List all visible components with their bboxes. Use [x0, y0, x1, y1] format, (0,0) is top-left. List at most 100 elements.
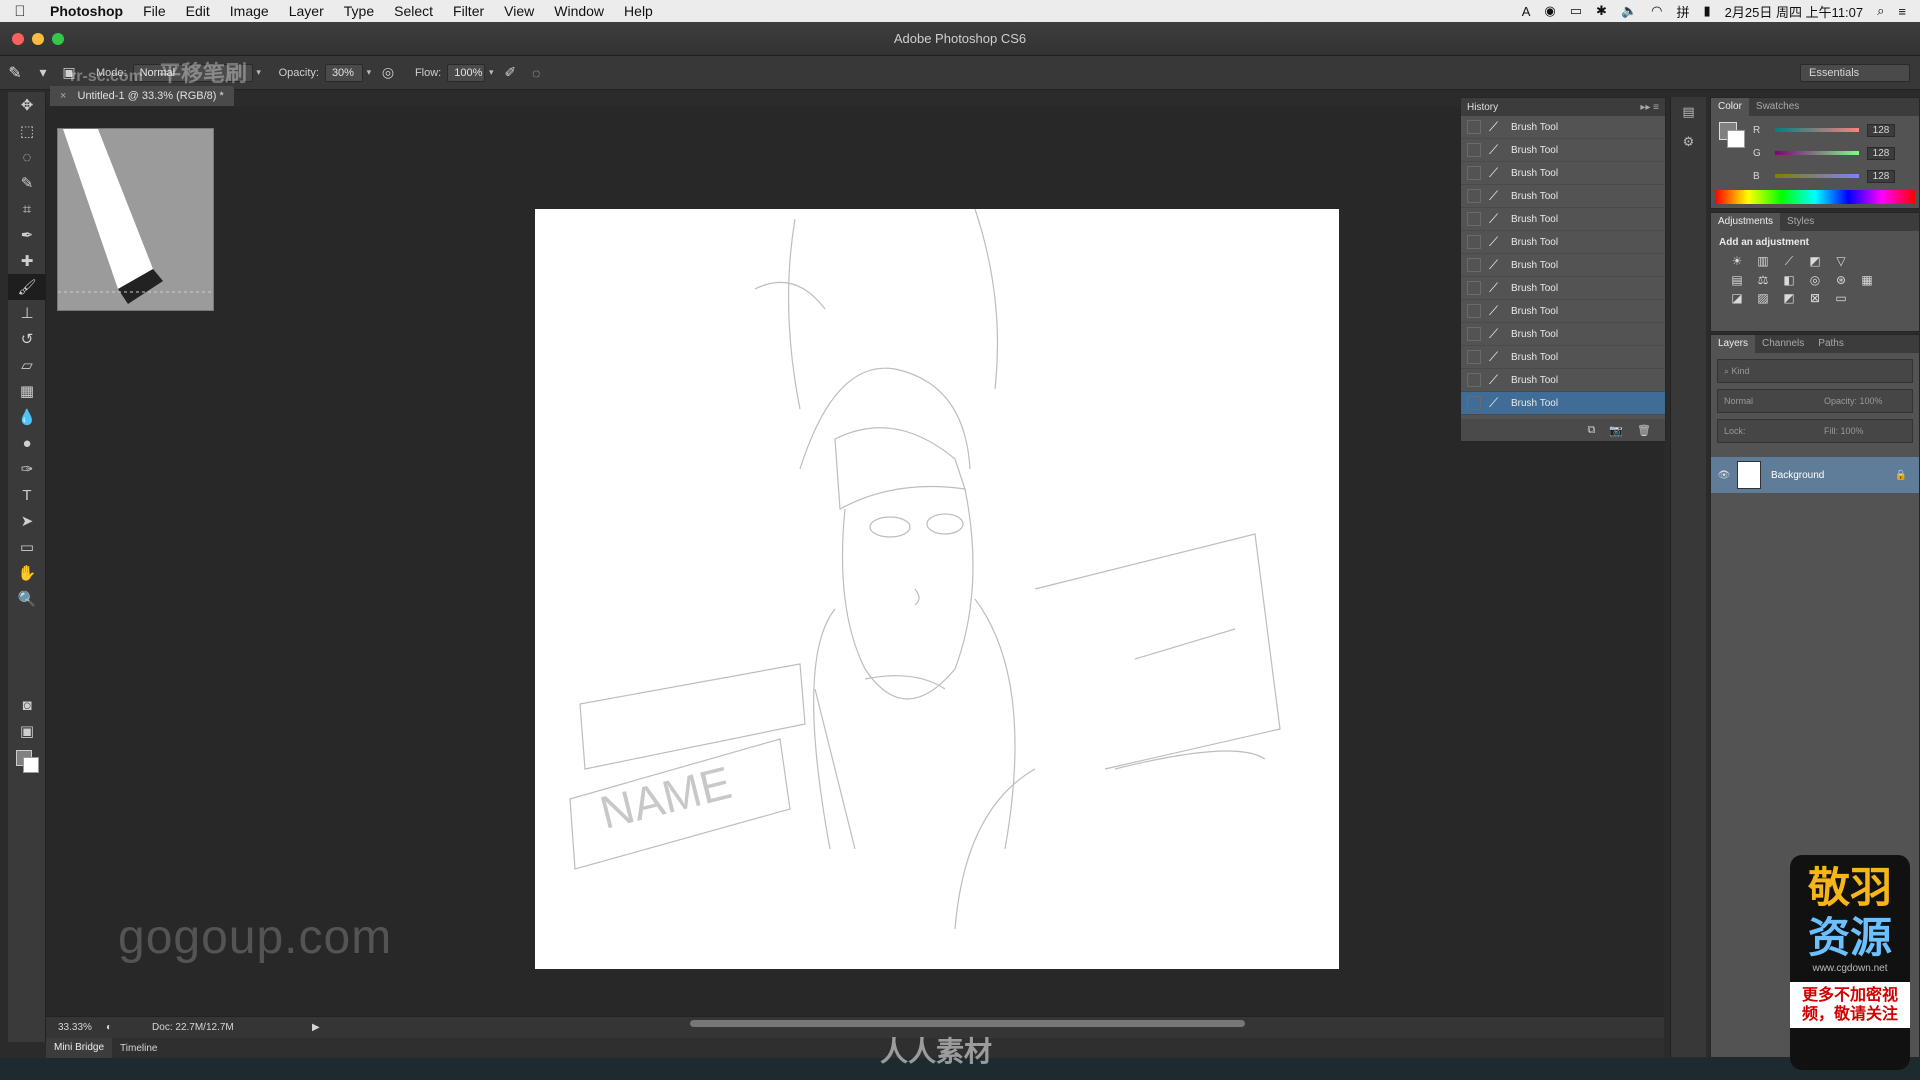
vibrance-icon[interactable]: ▽ [1829, 254, 1853, 269]
history-item[interactable]: ⟋ Brush Tool [1461, 185, 1665, 208]
gradient-tool-icon[interactable]: ▦ [8, 378, 46, 404]
curves-icon[interactable]: ⟋ [1777, 254, 1801, 269]
background-color-swatch[interactable] [23, 757, 39, 773]
eraser-tool-icon[interactable]: ▱ [8, 352, 46, 378]
marquee-tool-icon[interactable]: ⬚ [8, 118, 46, 144]
pressure-size-icon[interactable]: ◌ [523, 65, 549, 81]
history-snapshot-checkbox[interactable] [1467, 235, 1481, 249]
wifi-icon[interactable]: ◠ [1651, 3, 1662, 19]
history-snapshot-checkbox[interactable] [1467, 350, 1481, 364]
green-slider[interactable]: G 128 [1753, 143, 1913, 163]
tab-adjustments[interactable]: Adjustments [1711, 213, 1781, 231]
opacity-field[interactable]: 30% [324, 63, 363, 82]
selective-color-icon[interactable]: ⊠ [1803, 291, 1827, 305]
menu-window[interactable]: Window [544, 3, 614, 19]
status-menu-arrow-icon[interactable]: ▶ [312, 1022, 320, 1033]
red-track[interactable] [1775, 128, 1859, 132]
layer-name[interactable]: Background [1771, 470, 1824, 481]
history-item[interactable]: ⟋ Brush Tool [1461, 346, 1665, 369]
quick-mask-icon[interactable]: ◙ [8, 692, 46, 718]
menu-help[interactable]: Help [614, 3, 663, 19]
crop-tool-icon[interactable]: ⌗ [8, 196, 46, 222]
levels-icon[interactable]: ▥ [1751, 254, 1775, 269]
history-item[interactable]: ⟋ Brush Tool [1461, 231, 1665, 254]
type-tool-icon[interactable]: T [8, 482, 46, 508]
tab-paths[interactable]: Paths [1811, 335, 1851, 353]
blur-tool-icon[interactable]: 💧 [8, 404, 46, 430]
tab-layers[interactable]: Layers [1711, 335, 1756, 353]
tab-color[interactable]: Color [1711, 98, 1749, 116]
apple-icon[interactable]:  [0, 3, 40, 20]
battery-icon[interactable]: ▮ [1703, 3, 1710, 19]
bluetooth-icon[interactable]: ✱ [1596, 3, 1607, 19]
clone-stamp-tool-icon[interactable]: ⊥ [8, 300, 46, 326]
history-snapshot-checkbox[interactable] [1467, 143, 1481, 157]
history-snapshot-checkbox[interactable] [1467, 120, 1481, 134]
photo-filter-icon[interactable]: ◎ [1803, 273, 1827, 287]
history-item[interactable]: ⟋ Brush Tool [1461, 116, 1665, 139]
color-balance-icon[interactable]: ⚖ [1751, 273, 1775, 287]
history-item[interactable]: ⟋ Brush Tool [1461, 300, 1665, 323]
horizontal-scrollbar[interactable] [690, 1020, 1245, 1027]
workspace-switcher[interactable]: Essentials [1800, 63, 1910, 82]
close-icon[interactable]: × [60, 90, 66, 102]
menu-file[interactable]: File [133, 3, 176, 19]
menu-photoshop[interactable]: Photoshop [40, 3, 133, 19]
menu-select[interactable]: Select [384, 3, 443, 19]
channel-mixer-icon[interactable]: ⊛ [1829, 273, 1853, 287]
threshold-icon[interactable]: ◩ [1777, 291, 1801, 305]
history-title[interactable]: History [1467, 102, 1498, 113]
brush-preset-icon[interactable]: ✎ [0, 63, 30, 83]
history-snapshot-checkbox[interactable] [1467, 212, 1481, 226]
panel-menu-icon[interactable]: ▸▸ ≡ [1640, 102, 1665, 113]
blue-value[interactable]: 128 [1867, 169, 1895, 183]
path-select-tool-icon[interactable]: ➤ [8, 508, 46, 534]
blue-slider[interactable]: B 128 [1753, 166, 1913, 186]
menu-layer[interactable]: Layer [279, 3, 334, 19]
tab-mini-bridge[interactable]: Mini Bridge [46, 1038, 113, 1058]
screen-mode-icon[interactable]: ▣ [8, 718, 46, 744]
input-method-icon[interactable]: 拼 [1676, 2, 1689, 21]
history-item[interactable]: ⟋ Brush Tool [1461, 208, 1665, 231]
pen-tool-icon[interactable]: ✑ [8, 456, 46, 482]
history-snapshot-checkbox[interactable] [1467, 281, 1481, 295]
brush-picker-icon[interactable]: ▾ [30, 64, 56, 81]
camera-icon[interactable]: 📷 [1609, 424, 1623, 437]
gradient-map-icon[interactable]: ▭ [1829, 291, 1853, 305]
history-snapshot-checkbox[interactable] [1467, 304, 1481, 318]
quick-select-tool-icon[interactable]: ✎ [8, 170, 46, 196]
notification-icon[interactable]: ≡ [1898, 4, 1906, 19]
layer-kind-select[interactable]: Kind [1732, 366, 1750, 376]
airplay-icon[interactable]: ▭ [1570, 3, 1582, 19]
actions-panel-icon[interactable]: ⚙ [1671, 127, 1706, 157]
hand-tool-icon[interactable]: ✋ [8, 560, 46, 586]
trash-icon[interactable]: 🗑 [1637, 424, 1651, 437]
history-snapshot-checkbox[interactable] [1467, 396, 1481, 410]
record-icon[interactable]: ◉ [1544, 3, 1555, 19]
layer-opacity-field[interactable]: 100% [1860, 396, 1883, 406]
clock[interactable]: 2月25日 周四 上午11:07 [1725, 2, 1863, 21]
tab-timeline[interactable]: Timeline [112, 1043, 165, 1054]
history-item[interactable]: ⟋ Brush Tool [1461, 392, 1665, 415]
chevron-down-icon[interactable]: ▾ [363, 67, 375, 78]
history-item[interactable]: ⟋ Brush Tool [1461, 139, 1665, 162]
history-item[interactable]: ⟋ Brush Tool [1461, 277, 1665, 300]
rectangle-tool-icon[interactable]: ▭ [8, 534, 46, 560]
spotlight-icon[interactable]: ⌕ [1877, 3, 1884, 19]
history-item[interactable]: ⟋ Brush Tool [1461, 254, 1665, 277]
tab-channels[interactable]: Channels [1755, 335, 1811, 353]
history-snapshot-checkbox[interactable] [1467, 327, 1481, 341]
green-track[interactable] [1775, 151, 1859, 155]
zoom-tool-icon[interactable]: 🔍 [8, 586, 46, 612]
canvas-area[interactable]: NAME [46, 106, 1664, 1016]
adobe-icon[interactable]: A [1522, 4, 1531, 19]
history-snapshot-checkbox[interactable] [1467, 258, 1481, 272]
history-panel-icon[interactable]: ▤ [1671, 97, 1706, 127]
menu-edit[interactable]: Edit [176, 3, 220, 19]
pressure-opacity-icon[interactable]: ◎ [375, 64, 401, 81]
invert-icon[interactable]: ◪ [1725, 291, 1749, 305]
lock-icon[interactable]: 🔒 [1895, 470, 1919, 481]
history-snapshot-checkbox[interactable] [1467, 189, 1481, 203]
healing-brush-tool-icon[interactable]: ✚ [8, 248, 46, 274]
hue-saturation-icon[interactable]: ▤ [1725, 273, 1749, 287]
